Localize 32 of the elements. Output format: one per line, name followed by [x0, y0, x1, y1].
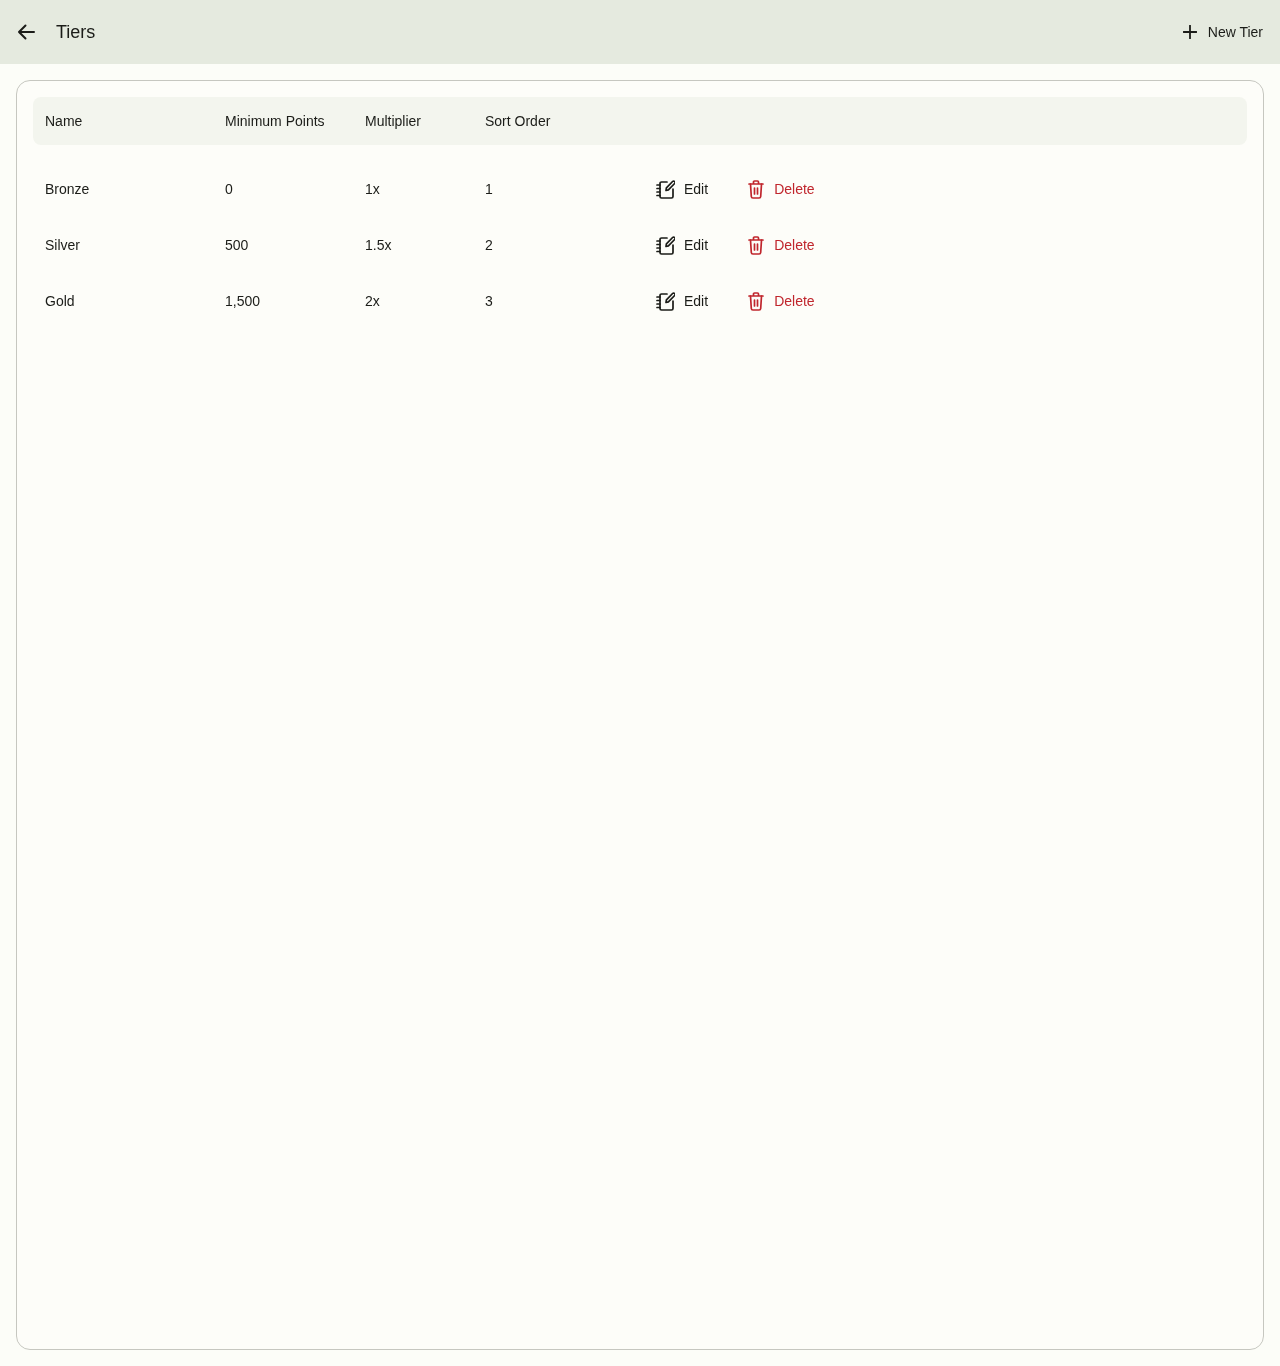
edit-button[interactable]: Edit — [644, 227, 721, 263]
table-cell-text: 1,500 — [224, 293, 262, 309]
table-cell-text: Gold — [44, 293, 76, 309]
table-cell-text: 1x — [364, 181, 381, 197]
delete-button[interactable]: Delete — [736, 283, 827, 319]
delete-button[interactable]: Delete — [736, 227, 827, 263]
table-cell-text: 1.5x — [364, 237, 393, 253]
table-cell-text: 0 — [224, 181, 234, 197]
column-header: Minimum Points — [224, 113, 326, 129]
trash-icon — [748, 179, 765, 199]
trash-icon — [748, 291, 765, 311]
table-cell-text: Bronze — [44, 181, 91, 197]
arrow-left-icon — [17, 24, 35, 40]
trash-icon — [748, 235, 765, 255]
table-cell-text: Silver — [44, 237, 81, 253]
table-cell-text: 3 — [484, 293, 494, 309]
column-header: Sort Order — [484, 113, 552, 129]
notepad-pencil-icon — [656, 291, 675, 311]
notepad-pencil-icon — [656, 235, 675, 255]
page-title: Tiers — [56, 21, 97, 43]
table-cell-text: 2x — [364, 293, 381, 309]
table-cell-text: 1 — [484, 181, 494, 197]
delete-button[interactable]: Delete — [736, 171, 827, 207]
edit-button[interactable]: Edit — [644, 171, 721, 207]
plus-icon — [1182, 25, 1197, 39]
column-header: Multiplier — [364, 113, 422, 129]
notepad-pencil-icon — [656, 179, 675, 199]
new-tier-button[interactable]: New Tier — [1170, 12, 1275, 52]
table-cell-text: 2 — [484, 237, 494, 253]
table-cell-text: 500 — [224, 237, 250, 253]
column-header: Name — [44, 113, 84, 129]
edit-button[interactable]: Edit — [644, 283, 721, 319]
